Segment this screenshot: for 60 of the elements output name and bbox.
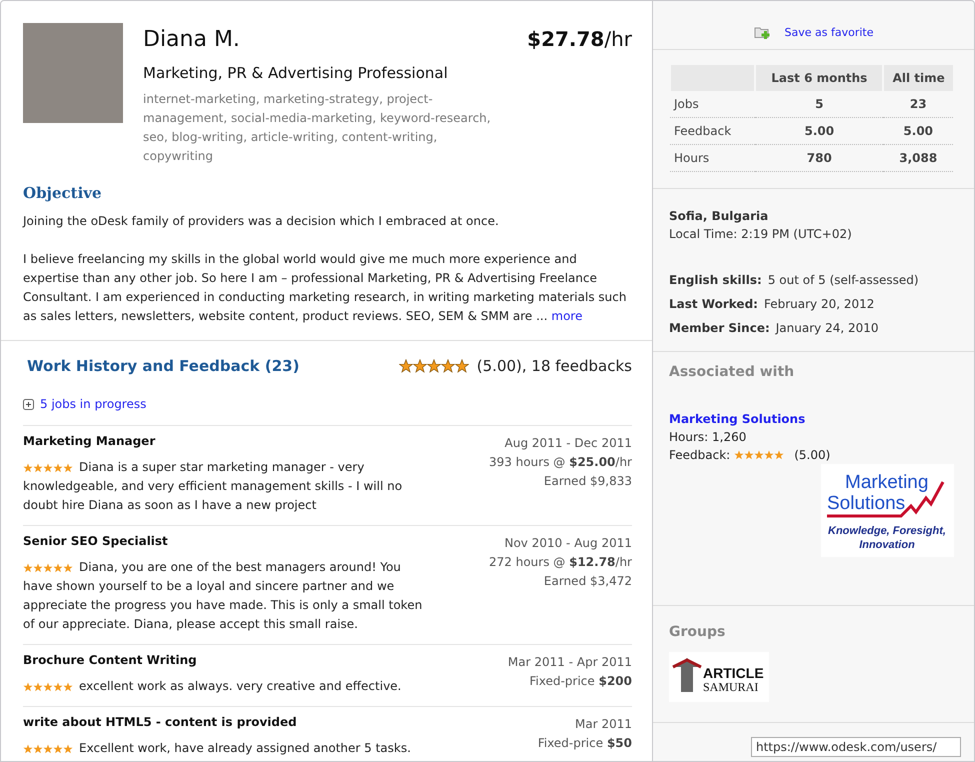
job-title: Marketing Manager xyxy=(23,434,156,448)
table-cell: Hours xyxy=(670,144,756,172)
job-earnings: Earned $3,472 xyxy=(542,573,632,590)
job-dates: Aug 2011 - Dec 2011 xyxy=(504,435,632,452)
location: Sofia, Bulgaria xyxy=(669,209,770,223)
rating-summary: (5.00), 18 feedbacks xyxy=(476,357,632,375)
table-cell: Feedback xyxy=(670,118,756,144)
job-title: Brochure Content Writing xyxy=(23,653,198,667)
skills-list: internet-marketing, marketing-strategy, project-management, social-media-marketing, keyword-research, seo, blog-writing, article-writing, content-writing, copywriting xyxy=(143,90,493,166)
section-heading: Work History and Feedback (23) xyxy=(27,357,300,375)
job-dates: Mar 2011 - Apr 2011 xyxy=(508,654,632,671)
job-dates: Mar 2011 xyxy=(574,716,632,733)
feedback-comment: Excellent work, have already assigned another 5 tasks. xyxy=(79,741,411,755)
section-heading: Groups xyxy=(669,624,726,640)
job-dates: Nov 2010 - Aug 2011 xyxy=(503,535,632,552)
job-earnings: 393 hours @ $25.00/hr xyxy=(489,454,632,471)
column-header: Last 6 months xyxy=(755,65,884,91)
table-cell: 5.00 xyxy=(755,118,884,144)
objective-text: I believe freelancing my skills in the global world would give me much more experience and expertise than any other job. So here I am – professional Marketing, PR & Advertising Freelance Consultant. I am experienced in conducting marketing research, in writing marketing materials such as sales letters, newsletters, website content, product reviews. SEO, SEM & SMM are ... more xyxy=(23,251,628,325)
table-cell: 5.00 xyxy=(883,118,953,144)
job-title: write about HTML5 - content is provided xyxy=(23,715,298,729)
fact-label: Last Worked: xyxy=(669,297,758,311)
objective-text: Joining the oDesk family of providers was a decision which I embraced at once. xyxy=(23,213,500,230)
agency-rating: (5.00) xyxy=(794,448,830,462)
section-heading: Objective xyxy=(23,184,103,202)
folder-add-icon[interactable] xyxy=(754,25,770,39)
save-favorite-link[interactable]: Save as favorite xyxy=(784,26,874,38)
fact-value: February 20, 2012 xyxy=(764,297,874,311)
table-cell: 5 xyxy=(755,91,884,118)
agency-logo: Marketing Solutions Knowledge, Foresight, Innovation xyxy=(821,464,954,557)
feedback-comment: excellent work as always. very creative and effective. xyxy=(79,679,402,693)
fact-label: English skills: xyxy=(669,273,762,287)
table-cell: 780 xyxy=(755,144,884,172)
fact-value: January 24, 2010 xyxy=(776,321,879,335)
table-cell: 23 xyxy=(883,91,953,118)
profile-link-field[interactable]: https://www.odesk.com/users/ xyxy=(751,737,961,757)
jobs-in-progress-link[interactable]: 5 jobs in progress xyxy=(40,397,146,411)
table-cell: 3,088 xyxy=(883,144,953,172)
feedback-comment: Diana is a super star marketing manager - very knowledgeable, and very efficient management skills - I will no doubt hire Diana as soon as I have a new project xyxy=(23,460,402,512)
group-logo: ARTICLE SAMURAI xyxy=(669,652,769,702)
more-link[interactable]: more xyxy=(551,309,582,323)
professional-title: Marketing, PR & Advertising Professional xyxy=(143,64,449,82)
table-cell: Jobs xyxy=(670,91,756,118)
section-heading: Associated with xyxy=(669,364,796,380)
fact-label: Member Since: xyxy=(669,321,770,335)
expand-icon[interactable] xyxy=(23,398,34,410)
job-earnings: Fixed-price $200 xyxy=(528,673,632,690)
local-time: Local Time: 2:19 PM (UTC+02) xyxy=(669,227,853,241)
feedback-label: Feedback: xyxy=(669,448,730,462)
agency-hours: Hours: 1,260 xyxy=(669,430,748,444)
fact-value: 5 out of 5 (self-assessed) xyxy=(768,273,919,287)
job-earnings: Fixed-price $50 xyxy=(538,735,632,752)
job-earnings: Earned $9,833 xyxy=(542,473,632,490)
hourly-rate: $27.78/hr xyxy=(527,27,632,51)
feedback-comment: Diana, you are one of the best managers around! You have shown yourself to be a loyal and sincere partner and we appreciate the progress you have made. This is only a small token of our appreciate. Diana, please accept this small raise. xyxy=(23,560,422,631)
job-title: Senior SEO Specialist xyxy=(23,534,169,548)
agency-link[interactable]: Marketing Solutions xyxy=(669,412,806,426)
column-header: All time xyxy=(883,65,953,91)
job-earnings: 272 hours @ $12.78/hr xyxy=(489,554,632,571)
freelancer-name: Diana M. xyxy=(143,27,240,52)
